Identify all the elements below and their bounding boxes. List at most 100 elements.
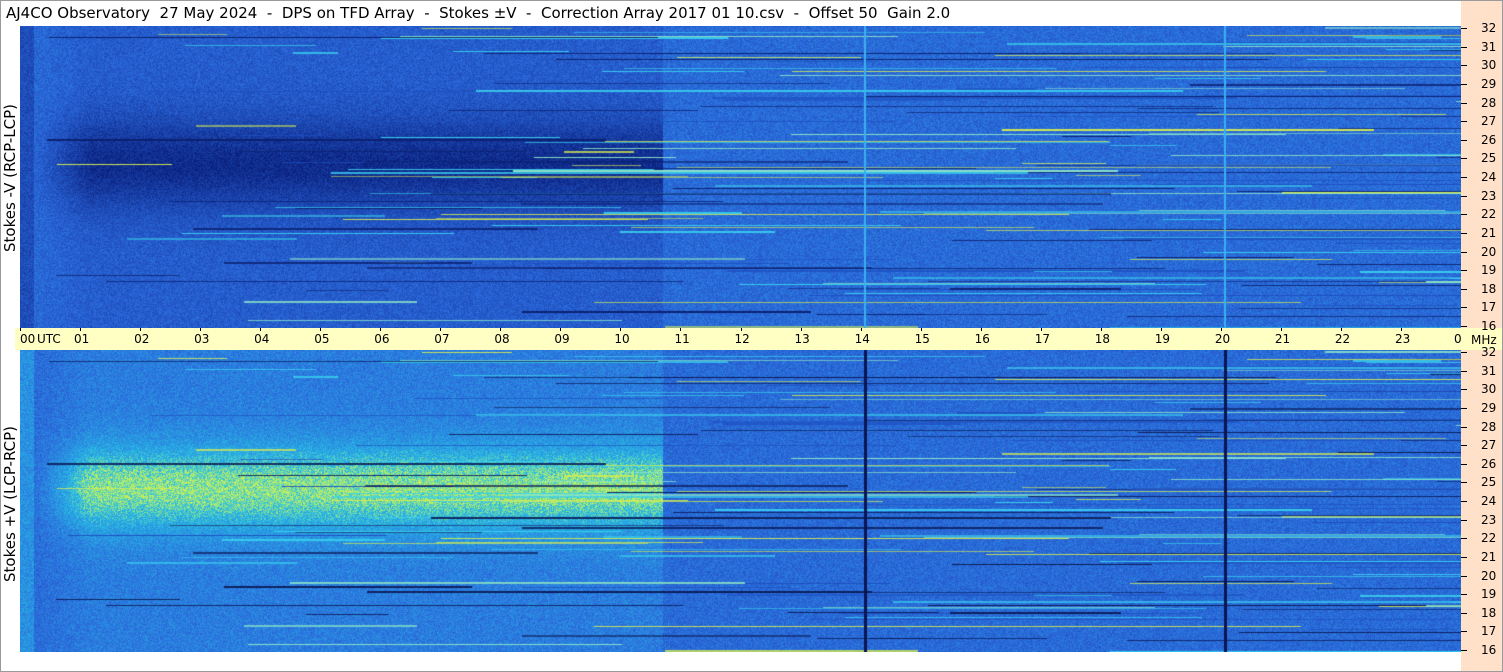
frequency-tick [1461, 288, 1467, 290]
frequency-label: 17 [1481, 300, 1497, 315]
frequency-label: 22 [1481, 207, 1497, 222]
utc-hour-tick [500, 328, 502, 331]
utc-hour-tick [1340, 328, 1342, 331]
frequency-tick [1461, 370, 1467, 372]
frequency-tick [1461, 631, 1467, 633]
utc-hour-tick [680, 328, 682, 331]
utc-hour-label: 02 [134, 332, 150, 346]
frequency-label: 29 [1481, 400, 1497, 415]
utc-hour-tick [1400, 328, 1402, 331]
frequency-tick [1461, 232, 1467, 234]
frequency-label: 23 [1481, 512, 1497, 527]
frequency-tick [1461, 352, 1467, 353]
frequency-tick [1461, 307, 1467, 309]
chart-title: AJ4CO Observatory 27 May 2024 - DPS on T… [6, 4, 951, 22]
frequency-tick [1461, 482, 1467, 484]
frequency-tick [1461, 121, 1467, 123]
frequency-label: 25 [1481, 151, 1497, 166]
spectrogram-top-canvas [20, 26, 1461, 328]
frequency-label: 18 [1481, 281, 1497, 296]
utc-hour-label: 21 [1274, 332, 1291, 346]
frequency-tick [1461, 214, 1467, 216]
utc-hour-tick [1040, 328, 1042, 331]
utc-hour-label: 15 [914, 332, 930, 346]
frequency-tick [1461, 251, 1467, 253]
frequency-label: 19 [1481, 587, 1497, 602]
utc-hour-tick [980, 328, 982, 331]
frequency-label: 31 [1481, 363, 1497, 378]
utc-hour-tick [1220, 328, 1222, 331]
frequency-tick [1461, 139, 1467, 141]
utc-hour-label: 18 [1094, 332, 1111, 346]
frequency-tick [1461, 463, 1467, 465]
utc-hour-label: 23 [1394, 332, 1411, 346]
utc-hour-tick [320, 328, 322, 331]
frequency-label: 20 [1481, 568, 1497, 583]
bottom-panel-ylabel: Stokes +V (LCP-RCP) [1, 426, 19, 582]
frequency-label: 20 [1481, 244, 1497, 259]
utc-hour-tick [260, 328, 262, 331]
frequency-label: 24 [1481, 170, 1497, 184]
frequency-tick [1461, 575, 1467, 577]
utc-hour-label: 01 [74, 332, 90, 346]
frequency-tick [1461, 407, 1467, 409]
frequency-label: 32 [1481, 345, 1497, 359]
utc-hour-label: 09 [554, 332, 570, 346]
frequency-label: 25 [1481, 475, 1497, 490]
top-panel-ylabel: Stokes -V (RCP-LCP) [1, 104, 19, 252]
utc-hour-tick [20, 328, 21, 331]
utc-hour-label: 12 [734, 332, 750, 346]
frequency-label: 30 [1481, 58, 1497, 73]
frequency-label: 28 [1481, 419, 1497, 434]
frequency-tick [1461, 28, 1467, 29]
frequency-label: 22 [1481, 531, 1497, 546]
frequency-tick [1461, 650, 1467, 651]
frequency-label: 27 [1481, 438, 1497, 453]
frequency-label: 19 [1481, 263, 1497, 278]
frequency-label: 28 [1481, 95, 1497, 110]
frequency-tick [1461, 326, 1467, 327]
frequency-tick [1461, 519, 1467, 521]
utc-hour-label: 05 [314, 332, 330, 346]
frequency-tick [1461, 556, 1467, 558]
utc-hour-label: 19 [1154, 332, 1171, 346]
utc-hour-label: 14 [854, 332, 870, 346]
frequency-tick [1461, 65, 1467, 67]
frequency-label: 32 [1481, 21, 1497, 35]
frequency-label: 26 [1481, 132, 1497, 147]
frequency-tick [1461, 102, 1467, 104]
frequency-label: 24 [1481, 494, 1497, 508]
frequency-tick [1461, 426, 1467, 428]
utc-hour-label: 10 [614, 332, 630, 346]
utc-label: UTC [37, 332, 61, 346]
frequency-label: 18 [1481, 605, 1497, 620]
utc-hour-tick [620, 328, 622, 331]
frequency-label: 27 [1481, 114, 1497, 129]
frequency-label: 30 [1481, 382, 1497, 397]
utc-hour-label: 04 [254, 332, 270, 346]
utc-time-axis: 00 01 02 03 04 05 06 07 08 09 10 11 12 13 14 15 16 17 18 19… [15, 328, 1469, 350]
frequency-label: 16 [1481, 643, 1497, 657]
frequency-label: 17 [1481, 624, 1497, 639]
utc-hour-tick [140, 328, 142, 331]
frequency-tick [1461, 270, 1467, 272]
frequency-label: 29 [1481, 76, 1497, 91]
mhz-label: MHz [1471, 333, 1497, 347]
utc-hour-label: 13 [794, 332, 810, 346]
utc-hour-label: 03 [194, 332, 210, 346]
utc-hour-label: 08 [494, 332, 510, 346]
utc-hour-tick [560, 328, 562, 331]
utc-hour-label: 06 [374, 332, 390, 346]
frequency-axis-top: 32 31 30 29 28 27 26 25 24 23 22 21 20 19 18 17 16 [1461, 0, 1503, 333]
spectrogram-top-panel [20, 26, 1461, 328]
utc-hour-tick [1280, 328, 1282, 331]
spectrogram-bottom-canvas [20, 350, 1461, 652]
frequency-tick [1461, 612, 1467, 614]
utc-hour-label: 17 [1034, 332, 1050, 346]
utc-hour-tick [380, 328, 382, 331]
frequency-tick [1461, 177, 1467, 178]
frequency-tick [1461, 538, 1467, 540]
utc-hour-label: 22 [1334, 332, 1351, 346]
frequency-label: 16 [1481, 319, 1497, 333]
frequency-tick [1461, 195, 1467, 197]
